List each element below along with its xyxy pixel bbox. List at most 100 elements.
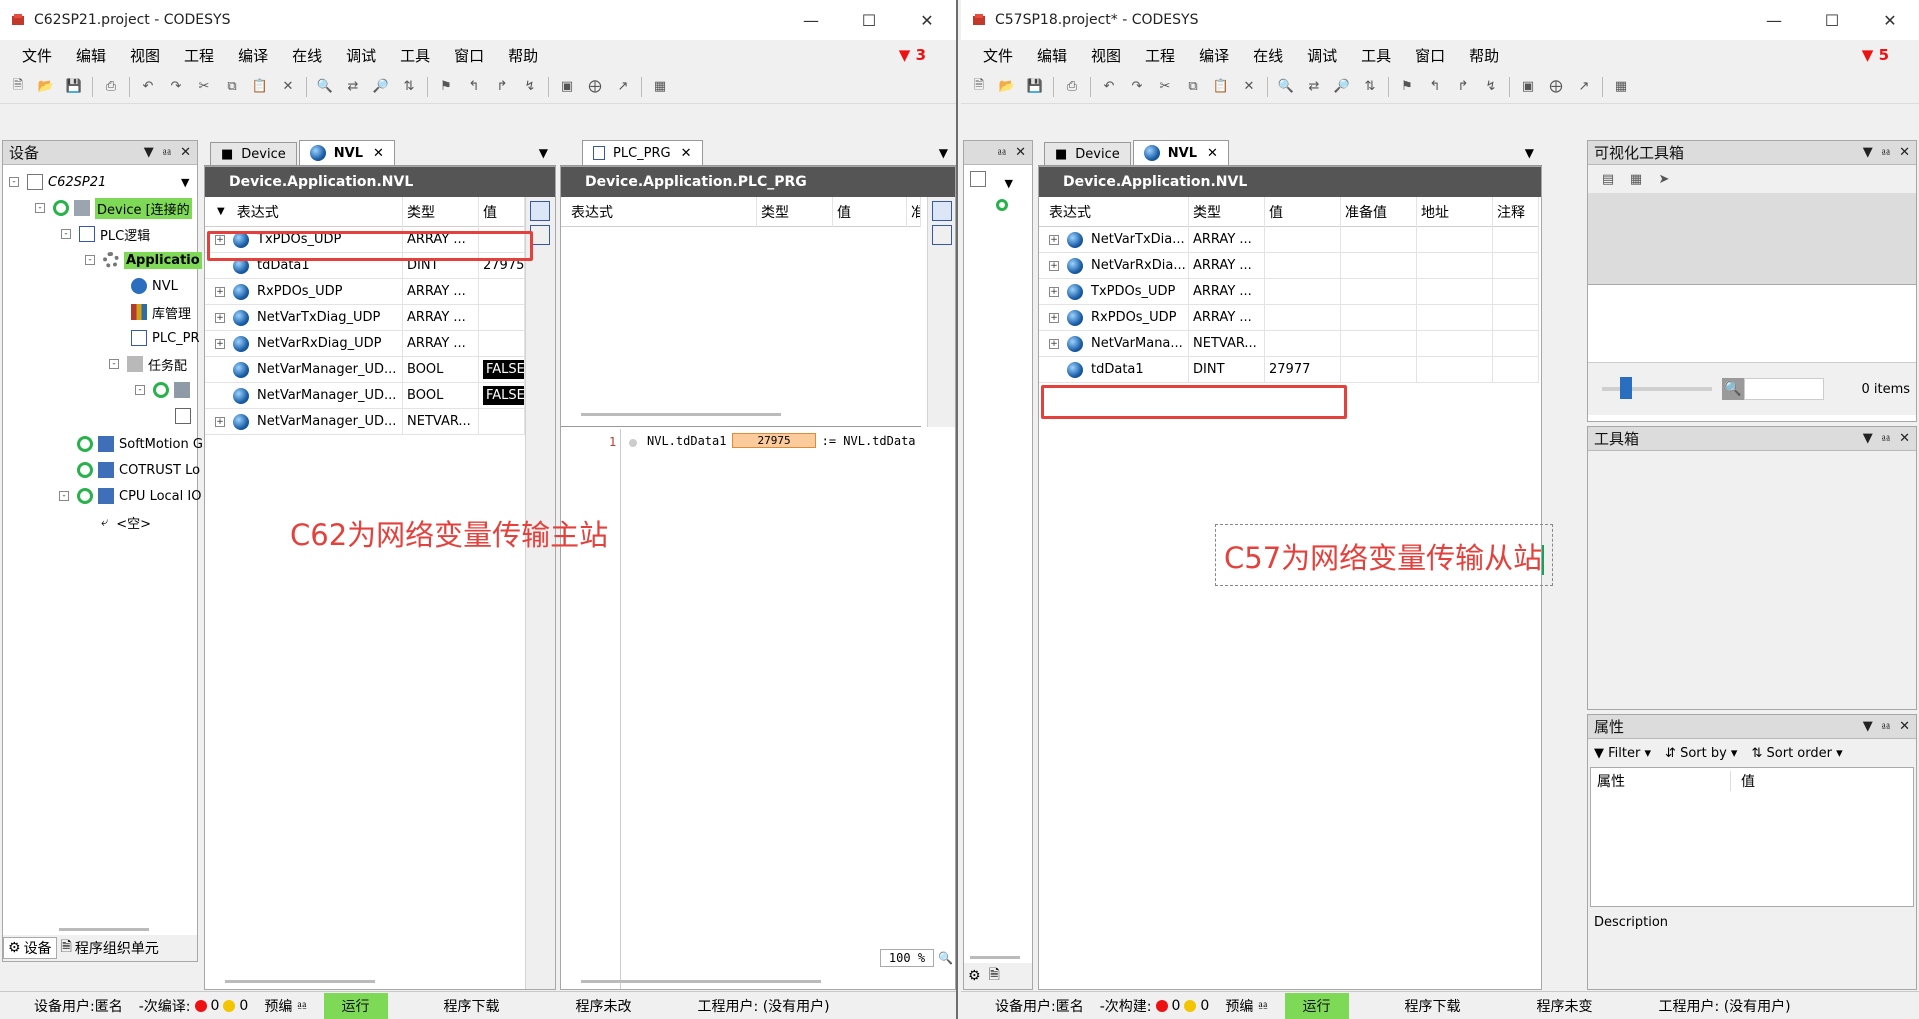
sort-order-button[interactable]: ⇅ Sort order ▾ <box>1751 746 1842 761</box>
tab-close-icon[interactable]: ✕ <box>373 146 384 161</box>
col-type[interactable]: 类型 <box>403 196 479 227</box>
undo-icon[interactable]: ↶ <box>1098 76 1120 98</box>
pin-icon[interactable]: ⎂ <box>997 145 1007 160</box>
tab-devices[interactable]: ⚙ 设备 <box>3 937 57 959</box>
table-row[interactable]: + NetVarRxDiag_UDP ARRAY ... <box>205 330 525 357</box>
tree-node-project[interactable]: - C62SP21 ▼ <box>9 171 189 193</box>
zoom-level[interactable]: 100 % <box>879 949 935 967</box>
menu-tools[interactable]: 工具 <box>388 45 442 66</box>
tab-pou[interactable]: 🗎 程序组织单元 <box>57 936 163 960</box>
pane-dropdown-icon[interactable]: ▼ <box>1863 145 1873 160</box>
chevron-down-icon[interactable]: ▼ <box>181 176 189 189</box>
collapse-icon[interactable]: - <box>109 359 119 369</box>
menu-view[interactable]: 视图 <box>118 45 172 66</box>
expand-icon[interactable]: + <box>1049 234 1059 245</box>
grid-icon[interactable]: ▦ <box>1610 76 1632 98</box>
paste-icon[interactable]: 📋 <box>1210 76 1232 98</box>
bookmark-icon[interactable]: ⚑ <box>435 76 457 98</box>
menu-tools[interactable]: 工具 <box>1349 45 1403 66</box>
col-value[interactable]: 值 <box>1265 196 1341 227</box>
tree-node-plc-prg[interactable]: PLC_PR <box>131 327 200 349</box>
window-icon[interactable]: ▣ <box>556 76 578 98</box>
menu-view[interactable]: 视图 <box>1079 45 1133 66</box>
find-icon[interactable]: 🔍 <box>1275 76 1297 98</box>
export-icon[interactable]: ↗ <box>612 76 634 98</box>
prev-bookmark-icon[interactable]: ↰ <box>1424 76 1446 98</box>
find-icon[interactable]: 🔍 <box>314 76 336 98</box>
pane-dropdown-icon[interactable]: ▼ <box>144 145 154 160</box>
tab-nvl[interactable]: NVL ✕ <box>1132 140 1229 165</box>
open-folder-icon[interactable]: 📂 <box>35 76 57 98</box>
horizontal-scrollbar[interactable] <box>59 928 149 931</box>
table-row[interactable]: + NetVarRxDia... ARRAY ... <box>1039 252 1539 279</box>
message-filter-badge[interactable]: ▼ 5 <box>1862 46 1889 64</box>
collapse-icon[interactable]: - <box>85 255 95 265</box>
add-object-icon[interactable]: ⨁ <box>584 76 606 98</box>
menu-file[interactable]: 文件 <box>10 45 64 66</box>
pin-icon[interactable]: ⎂ <box>1881 719 1891 734</box>
horizontal-scrollbar[interactable] <box>970 956 1020 959</box>
table-row[interactable]: +NetVarManager_UD...BOOLFALSE <box>205 382 525 409</box>
table-row[interactable]: + RxPDOs_UDP ARRAY ... <box>1039 304 1539 331</box>
replace-icon[interactable]: ⇄ <box>342 76 364 98</box>
menu-project[interactable]: 工程 <box>1133 45 1187 66</box>
size-slider[interactable] <box>1602 377 1712 399</box>
menu-project[interactable]: 工程 <box>172 45 226 66</box>
table-row[interactable]: + NetVarTxDia... ARRAY ... <box>1039 226 1539 253</box>
expand-icon[interactable]: + <box>1049 312 1059 323</box>
collapse-icon[interactable]: - <box>9 177 19 187</box>
slider-thumb[interactable] <box>1620 377 1632 399</box>
find-in-project-icon[interactable]: 🔎 <box>370 76 392 98</box>
paste-icon[interactable]: 📋 <box>249 76 271 98</box>
vertical-scrollbar[interactable] <box>927 197 955 427</box>
table-row[interactable]: +tdData1DINT 27977 <box>1039 356 1539 383</box>
col-value[interactable]: 值 <box>479 196 525 227</box>
tab-pou[interactable]: 🗎 <box>985 964 1004 988</box>
next-bookmark-icon[interactable]: ↱ <box>1452 76 1474 98</box>
minimize-button[interactable]: — <box>1745 0 1803 40</box>
expand-icon[interactable]: + <box>215 338 225 349</box>
tree-node-empty[interactable]: ⤶ <空> <box>101 511 151 533</box>
tree-node-cpu-local-io[interactable]: - CPU Local IO <box>59 485 201 507</box>
pane-close-icon[interactable]: ✕ <box>1899 719 1910 734</box>
menu-online[interactable]: 在线 <box>280 45 334 66</box>
col-comment[interactable]: 注释 <box>1493 196 1539 227</box>
clear-bookmarks-icon[interactable]: ↯ <box>1480 76 1502 98</box>
pane-close-icon[interactable]: ✕ <box>1015 145 1026 160</box>
menu-window[interactable]: 窗口 <box>1403 45 1457 66</box>
pane-close-icon[interactable]: ✕ <box>1899 431 1910 446</box>
minimize-button[interactable]: — <box>782 0 840 40</box>
replace-in-project-icon[interactable]: ⇅ <box>398 76 420 98</box>
message-filter-badge[interactable]: ▼ 3 <box>899 46 926 64</box>
menu-online[interactable]: 在线 <box>1241 45 1295 66</box>
horizontal-scrollbar[interactable] <box>581 413 781 416</box>
delete-icon[interactable]: ✕ <box>1238 76 1260 98</box>
zoom-icon[interactable]: 🔍 <box>938 951 953 965</box>
tree-node-nvl[interactable]: NVL <box>131 275 178 297</box>
col-value[interactable]: 值 <box>833 196 907 227</box>
maximize-button[interactable]: ☐ <box>1803 0 1861 40</box>
expand-icon[interactable]: + <box>215 286 225 297</box>
close-button[interactable]: ✕ <box>898 0 956 40</box>
expand-icon[interactable]: + <box>1049 286 1059 297</box>
tab-close-icon[interactable]: ✕ <box>1207 146 1218 161</box>
bookmark-icon[interactable]: ⚑ <box>1396 76 1418 98</box>
copy-icon[interactable]: ⧉ <box>1182 76 1204 98</box>
tree-node-device[interactable]: - Device [连接的 <box>35 197 192 219</box>
table-row[interactable]: + TxPDOs_UDP ARRAY ... <box>1039 278 1539 305</box>
open-folder-icon[interactable]: 📂 <box>996 76 1018 98</box>
table-row[interactable]: +NetVarManager_UD...BOOLFALSE <box>205 356 525 383</box>
save-icon[interactable]: 💾 <box>1024 76 1046 98</box>
copy-icon[interactable]: ⧉ <box>221 76 243 98</box>
pin-icon[interactable]: ⎂ <box>162 145 172 160</box>
pane-dropdown-icon[interactable]: ▼ <box>1863 719 1873 734</box>
tab-device[interactable]: ■ Device <box>210 142 297 165</box>
menu-edit[interactable]: 编辑 <box>1025 45 1079 66</box>
pin-icon[interactable]: ⎂ <box>1881 431 1891 446</box>
expand-icon[interactable]: + <box>1049 260 1059 271</box>
table-row[interactable]: + RxPDOs_UDP ARRAY ... <box>205 278 525 305</box>
maximize-button[interactable]: ☐ <box>840 0 898 40</box>
tab-list-dropdown-icon[interactable]: ▼ <box>1525 146 1534 160</box>
table-row[interactable]: + NetVarManager_UD... NETVAR... <box>205 408 525 435</box>
prev-bookmark-icon[interactable]: ↰ <box>463 76 485 98</box>
